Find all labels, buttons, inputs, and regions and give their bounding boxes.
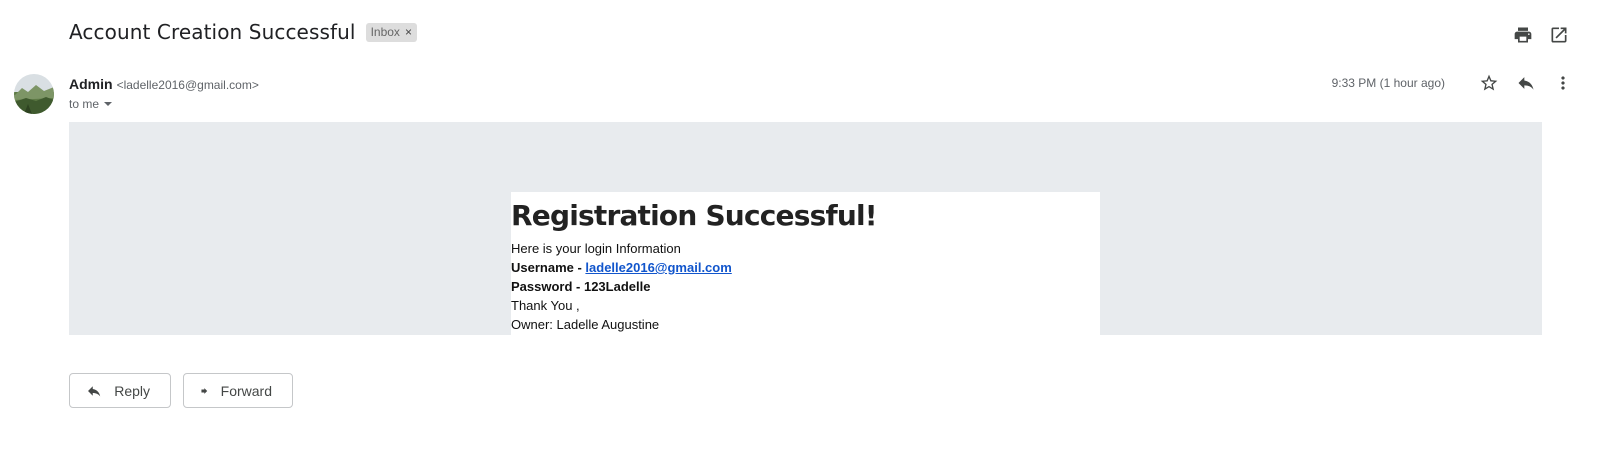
message-meta: 9:33 PM (1 hour ago): [1332, 72, 1574, 94]
sender-line: Admin <ladelle2016@gmail.com>: [69, 76, 259, 92]
forward-icon: [201, 387, 208, 394]
email-body: Registration Successful! Here is your lo…: [69, 122, 1542, 335]
reply-icon: [88, 385, 101, 396]
sender-avatar[interactable]: [14, 74, 54, 114]
registration-heading: Registration Successful!: [511, 199, 878, 232]
inbox-label-chip[interactable]: Inbox ×: [365, 22, 417, 42]
label-chip-text: Inbox: [370, 25, 400, 39]
star-icon[interactable]: [1478, 72, 1500, 94]
username-label: Username -: [511, 260, 586, 275]
more-vert-icon[interactable]: [1552, 72, 1574, 94]
owner-text: Owner: Ladelle Augustine: [511, 317, 660, 332]
top-toolbar: [1512, 24, 1570, 46]
recipient-details-toggle[interactable]: to me: [69, 97, 113, 111]
sender-name[interactable]: Admin: [69, 76, 113, 92]
sender-email: <ladelle2016@gmail.com>: [116, 78, 259, 92]
open-in-new-window-icon[interactable]: [1548, 24, 1570, 46]
recipient-text: to me: [69, 97, 100, 111]
message-actions: Reply Forward: [69, 373, 293, 408]
forward-button[interactable]: Forward: [183, 373, 293, 408]
reply-button[interactable]: Reply: [69, 373, 171, 408]
subject-header: Account Creation Successful Inbox ×: [69, 20, 417, 44]
forward-button-label: Forward: [220, 382, 272, 399]
password-line: Password - 123Ladelle: [511, 279, 651, 294]
email-content-card: Registration Successful! Here is your lo…: [511, 192, 1100, 335]
remove-label-icon[interactable]: ×: [405, 25, 412, 39]
intro-text: Here is your login Information: [511, 241, 681, 256]
email-subject: Account Creation Successful: [69, 20, 356, 44]
reply-button-label: Reply: [114, 382, 150, 399]
username-email-link[interactable]: ladelle2016@gmail.com: [585, 260, 731, 275]
message-timestamp: 9:33 PM (1 hour ago): [1331, 76, 1445, 90]
thanks-text: Thank You ,: [511, 298, 580, 313]
reply-icon[interactable]: [1515, 72, 1537, 94]
print-icon[interactable]: [1512, 24, 1534, 46]
chevron-down-icon[interactable]: [104, 102, 113, 106]
username-line: Username - ladelle2016@gmail.com: [511, 258, 1100, 277]
